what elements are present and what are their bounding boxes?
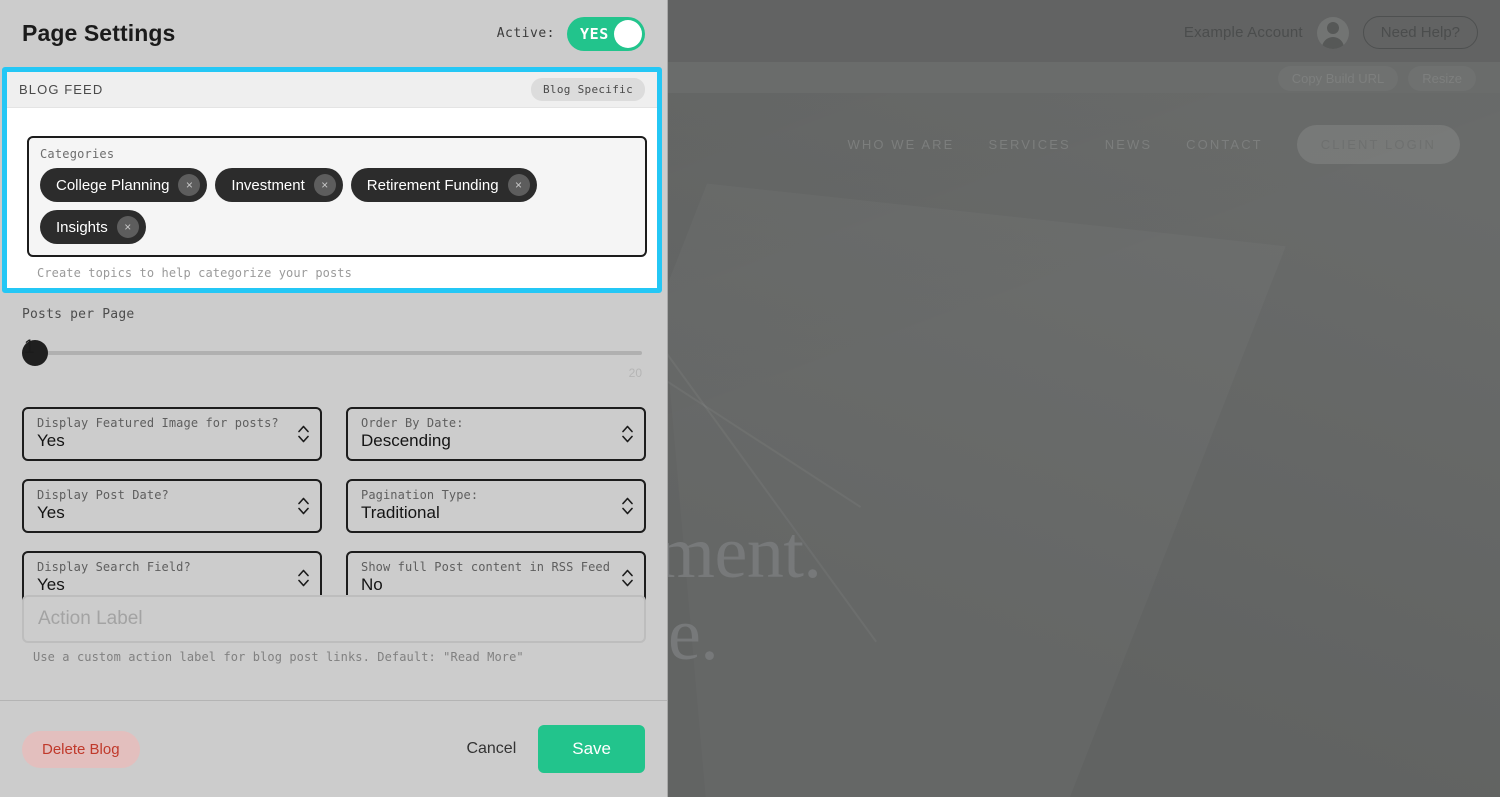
select-order-by-date[interactable]: Order By Date: Descending [346, 407, 646, 461]
slider-track[interactable] [44, 351, 642, 355]
select-label: Order By Date: [361, 416, 464, 430]
chevron-updown-icon[interactable] [622, 425, 633, 443]
category-tag-label: Investment [231, 176, 305, 194]
page-settings-panel: Page Settings Active: YES BLOG FEED Blog… [0, 0, 668, 797]
blog-feed-card-header: BLOG FEED Blog Specific [7, 72, 657, 108]
page-title: Page Settings [22, 20, 176, 46]
chevron-updown-icon[interactable] [622, 497, 633, 515]
close-icon[interactable]: × [507, 174, 530, 196]
client-login-button[interactable]: CLIENT LOGIN [1296, 125, 1460, 164]
chevron-updown-icon[interactable] [298, 425, 309, 443]
posts-per-page-slider[interactable]: 20 [22, 340, 642, 380]
close-icon[interactable]: × [178, 174, 201, 196]
select-pagination-type[interactable]: Pagination Type: Traditional [346, 479, 646, 533]
categories-label: Categories [40, 147, 115, 161]
category-tag-label: College Planning [56, 176, 170, 194]
select-label: Pagination Type: [361, 488, 479, 502]
select-display-featured-image[interactable]: Display Featured Image for posts? Yes [22, 407, 322, 461]
category-tag-list: College Planning × Investment × Retireme… [40, 168, 634, 244]
select-label: Display Post Date? [37, 488, 169, 502]
category-tag[interactable]: Insights × [40, 210, 146, 244]
copy-build-url-button[interactable]: Copy Build URL [1277, 66, 1399, 91]
posts-per-page-label: Posts per Page [22, 307, 135, 322]
panel-body: BLOG FEED Blog Specific Categories Colle… [0, 67, 667, 700]
select-label: Display Search Field? [37, 560, 191, 574]
avatar[interactable] [1316, 16, 1349, 49]
preview-account-controls: Example Account Need Help? [1184, 16, 1478, 49]
site-nav-item[interactable]: WHO WE ARE [847, 137, 954, 152]
slider-current-value: 1 [24, 337, 35, 358]
chevron-updown-icon[interactable] [622, 569, 633, 587]
blog-feed-card[interactable]: BLOG FEED Blog Specific Categories Colle… [2, 67, 662, 293]
site-nav-item[interactable]: SERVICES [988, 137, 1070, 152]
select-value: Yes [37, 503, 65, 522]
active-toggle[interactable]: YES [567, 16, 645, 51]
panel-header: Page Settings Active: YES [0, 0, 667, 67]
site-nav-item[interactable]: CONTACT [1186, 137, 1263, 152]
select-label: Display Featured Image for posts? [37, 416, 279, 430]
action-label-input[interactable]: Action Label [22, 595, 646, 643]
chevron-updown-icon[interactable] [298, 497, 309, 515]
chevron-updown-icon[interactable] [298, 569, 309, 587]
category-tag[interactable]: Retirement Funding × [350, 168, 537, 202]
account-name-label: Example Account [1183, 24, 1303, 41]
save-button[interactable]: Save [538, 725, 645, 773]
categories-field[interactable]: Categories College Planning × Investment… [27, 136, 647, 257]
active-label: Active: [496, 26, 555, 41]
status-badge: Blog Specific [531, 78, 645, 101]
cancel-button[interactable]: Cancel [466, 740, 516, 758]
select-value: Traditional [361, 503, 440, 522]
toggle-knob-icon [614, 19, 642, 48]
panel-footer: Delete Blog Cancel Save [0, 700, 667, 797]
select-label: Show full Post content in RSS Feeds? [361, 560, 610, 574]
site-nav-item[interactable]: NEWS [1105, 137, 1152, 152]
select-value: No [361, 575, 383, 594]
category-tag-label: Retirement Funding [366, 176, 499, 194]
action-label-placeholder: Action Label [38, 608, 143, 629]
blog-feed-title: BLOG FEED [19, 82, 104, 97]
categories-helper-text: Create topics to help categorize your po… [37, 266, 352, 280]
slider-max-label: 20 [628, 366, 642, 380]
need-help-button[interactable]: Need Help? [1362, 16, 1478, 49]
select-value: Yes [37, 575, 65, 594]
active-toggle-value: YES [580, 24, 609, 43]
select-value: Descending [361, 431, 451, 450]
category-tag-label: Insights [56, 218, 108, 236]
posts-per-page-field: Posts per Page 20 1 [22, 307, 642, 380]
delete-blog-button[interactable]: Delete Blog [22, 730, 140, 768]
category-tag[interactable]: Investment × [215, 168, 343, 202]
action-label-helper-text: Use a custom action label for blog post … [33, 650, 524, 664]
close-icon[interactable]: × [313, 174, 336, 196]
app-screen: Example Account Need Help? Copy Build UR… [0, 0, 1500, 797]
preview-build-controls: Copy Build URL Resize [1277, 66, 1476, 91]
category-tag[interactable]: College Planning × [40, 168, 208, 202]
close-icon[interactable]: × [116, 216, 139, 238]
settings-select-grid: Display Featured Image for posts? Yes Or… [22, 407, 646, 605]
active-toggle-group: Active: YES [496, 16, 645, 51]
resize-button[interactable]: Resize [1408, 66, 1476, 91]
select-display-post-date[interactable]: Display Post Date? Yes [22, 479, 322, 533]
select-value: Yes [37, 431, 65, 450]
footer-actions: Cancel Save [466, 725, 645, 773]
